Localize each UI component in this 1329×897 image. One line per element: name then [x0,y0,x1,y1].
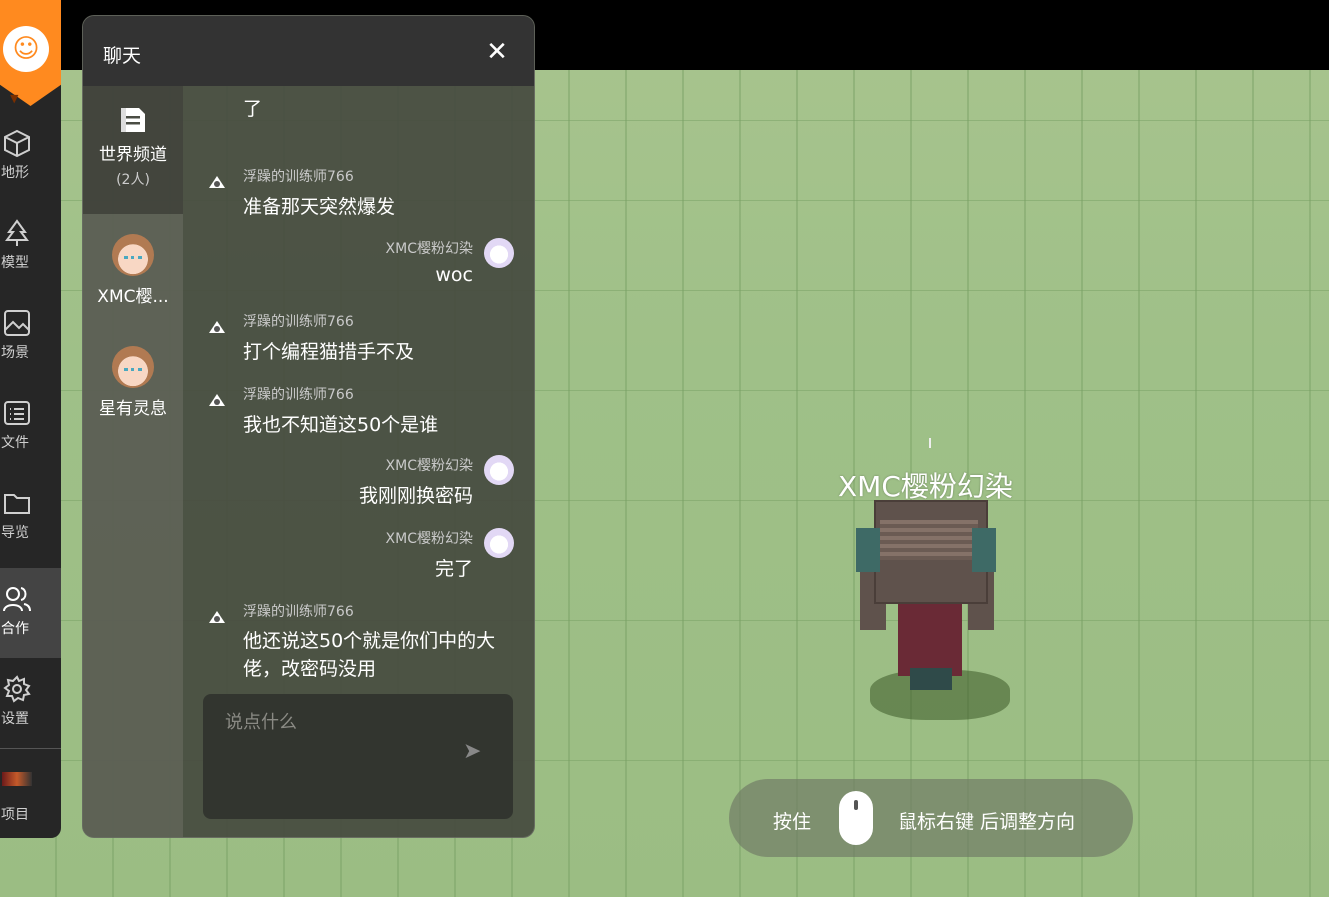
message-text: 他还说这50个就是你们中的大佬，改密码没用 [243,630,496,680]
chat-header: 聊天 ✕ [83,16,534,86]
channel-member-count: (2人) [116,172,150,188]
message-sender: 浮躁的训练师766 [243,604,354,620]
avatar [484,528,514,558]
avatar [112,234,154,276]
nav-item-settings[interactable]: 设置 [0,656,61,746]
nav-label: 场景 [1,345,29,361]
avatar [112,346,154,388]
avatar [209,611,225,623]
message-list[interactable]: 了 浮躁的训练师766 准备那天突然爆发 XMC樱粉幻染 woc 浮躁的训练师7… [183,86,534,686]
nav-label: 合作 [1,621,29,637]
document-icon [121,108,145,132]
avatar-bow [972,528,996,572]
chat-message: 浮躁的训练师766 我也不知道这50个是谁 [183,384,534,437]
channel-name: 星有灵息 [99,399,167,419]
channel-list: 世界频道 (2人) XMC樱... 星有灵息 [83,86,183,837]
nav-label: 地形 [1,165,29,181]
chat-message: XMC樱粉幻染 woc [183,238,534,286]
chat-input-area: ➤ [203,694,513,819]
close-icon[interactable]: ✕ [483,38,511,66]
nav-item-models[interactable]: 模型 [0,196,61,286]
chat-input[interactable] [223,706,467,738]
avatar [209,394,225,406]
message-sender: XMC樱粉幻染 [385,241,473,257]
control-hint: 按住 鼠标右键 后调整方向 [729,779,1133,857]
avatar-legs [910,668,952,690]
channel-name: XMC樱... [97,287,169,307]
hint-text-action: 鼠标右键 后调整方向 [898,811,1076,833]
message-text: 打个编程猫措手不及 [243,341,415,363]
avatar [209,176,225,188]
avatar [484,455,514,485]
message-text: woc [435,264,473,286]
message-text: 完了 [434,558,473,580]
avatar-hair-band [880,520,978,560]
channel-xmc[interactable]: XMC樱... [83,214,183,342]
users-icon [3,587,31,612]
left-sidebar: ☺ ▼ 地形 模型 场景 文件 导览 合作 设置 项目 [0,0,61,838]
channel-world[interactable]: 世界频道 (2人) [83,86,183,214]
folder-icon [4,494,30,514]
mouse-icon [839,791,873,845]
nav-label: 模型 [1,255,29,271]
nav-item-files[interactable]: 文件 [0,376,61,466]
crosshair [929,438,931,448]
cube-icon [4,129,30,158]
nav-item-guide[interactable]: 导览 [0,466,61,556]
chat-message: 浮躁的训练师766 准备那天突然爆发 [183,166,534,219]
message-sender: 浮躁的训练师766 [243,314,354,330]
nav-divider [0,748,61,749]
chat-message: 浮躁的训练师766 他还说这50个就是你们中的大佬，改密码没用 [183,601,534,683]
nav-item-project[interactable]: 项目 [0,750,61,840]
channel-name: 世界频道 [99,145,167,165]
nav-item-terrain[interactable]: 地形 [0,106,61,196]
nav-label: 导览 [1,525,29,541]
avatar [484,238,514,268]
message-sender: XMC樱粉幻染 [385,458,473,474]
image-icon [4,310,30,336]
nav-label: 设置 [1,711,29,727]
list-icon [4,401,30,425]
channel-xingyou[interactable]: 星有灵息 [83,326,183,454]
avatar [209,321,225,333]
player-avatar [850,500,1010,720]
gear-icon [3,675,31,703]
project-thumbnail-icon [2,772,32,786]
message-sender: XMC樱粉幻染 [385,531,473,547]
nav-item-collaborate[interactable]: 合作 [0,568,61,658]
app-logo-icon[interactable]: ☺ [3,26,49,72]
chat-panel: 聊天 ✕ 世界频道 (2人) XMC樱... 星有灵息 了 浮躁的训练师766 … [82,15,535,838]
message-sender: 浮躁的训练师766 [243,387,354,403]
message-sender: 浮躁的训练师766 [243,169,354,185]
player-name-tag: XMC樱粉幻染 [838,470,1013,503]
avatar-bow [856,528,880,572]
message-text: 我也不知道这50个是谁 [243,414,439,436]
chevron-down-icon[interactable]: ▼ [10,92,18,105]
chat-message: 浮躁的训练师766 打个编程猫措手不及 [183,311,534,364]
hint-text-hold: 按住 [773,811,812,833]
nav-label: 项目 [1,807,29,823]
message-text: 了 [243,98,263,120]
nav-label: 文件 [1,435,29,451]
chat-message: XMC樱粉幻染 我刚刚换密码 [183,455,534,508]
nav-item-scene[interactable]: 场景 [0,286,61,376]
chat-message: 了 [183,94,534,121]
message-text: 准备那天突然爆发 [243,196,396,218]
message-text: 我刚刚换密码 [358,485,473,507]
send-icon[interactable]: ➤ [463,739,491,767]
avatar-body [898,600,962,676]
chat-title: 聊天 [103,45,142,67]
chat-message: XMC樱粉幻染 完了 [183,528,534,581]
tree-icon [5,219,29,246]
